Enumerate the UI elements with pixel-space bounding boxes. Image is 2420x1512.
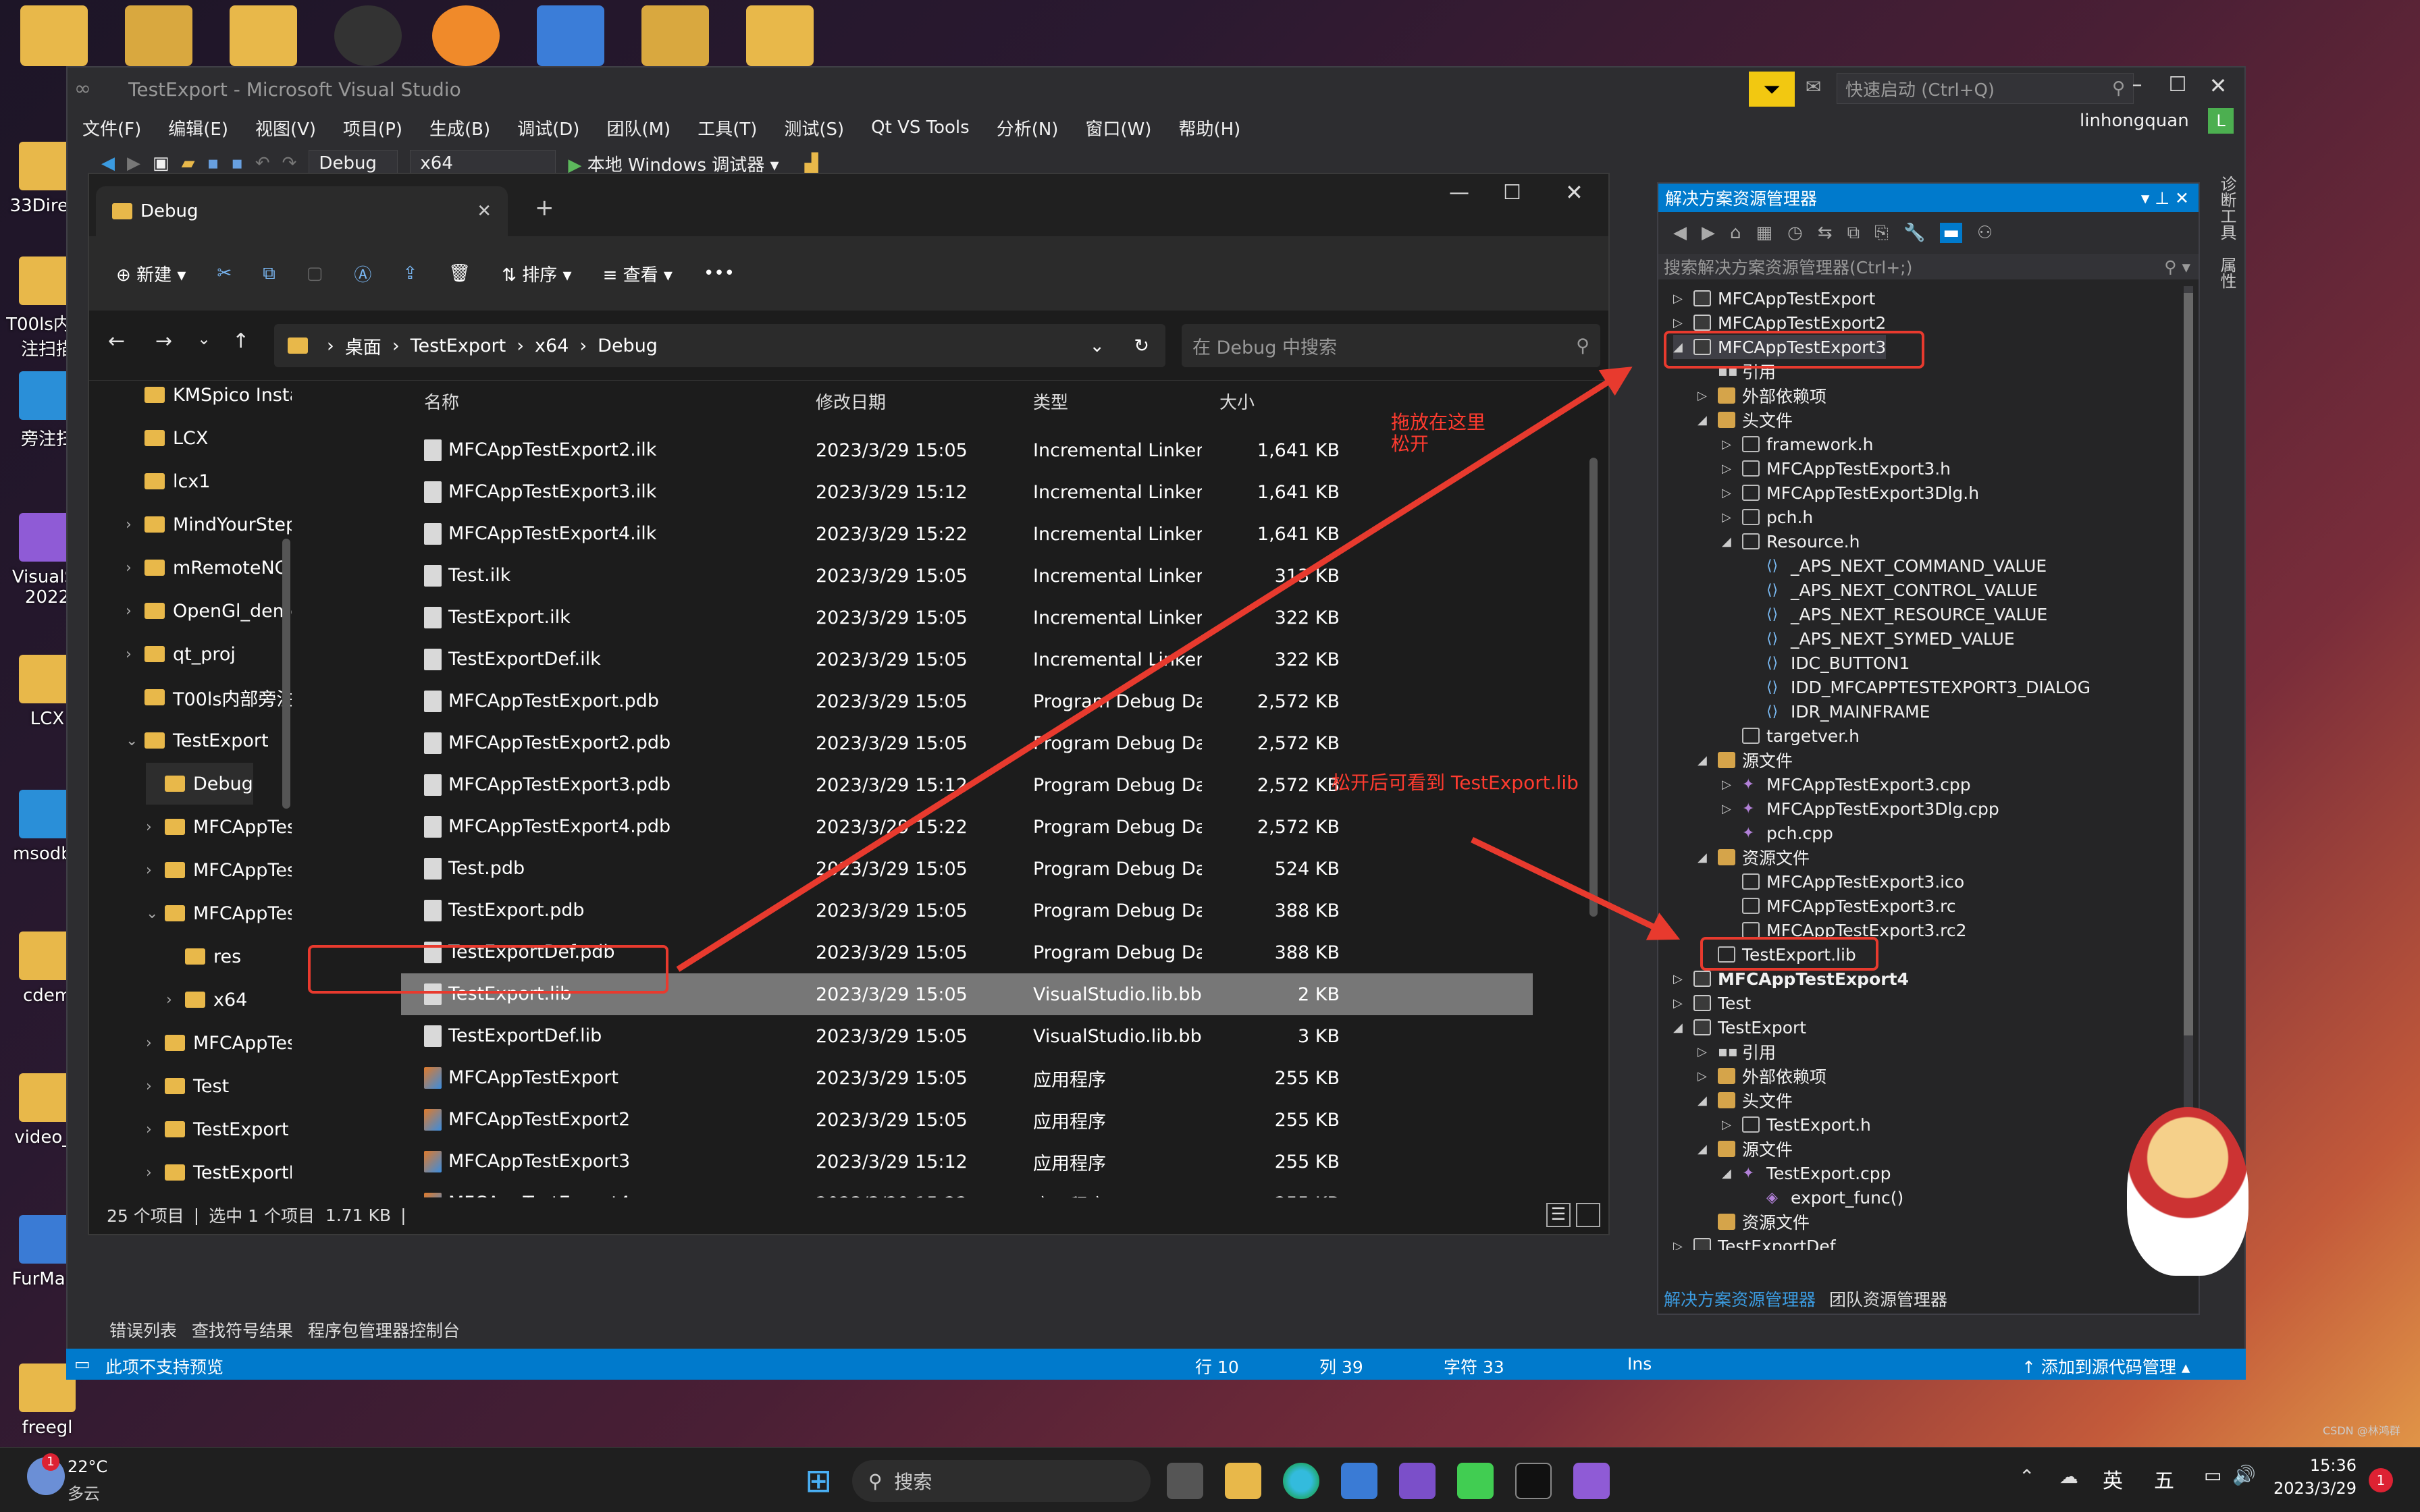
store-icon[interactable]	[1341, 1463, 1377, 1499]
clock-time[interactable]: 15:36	[2282, 1456, 2357, 1475]
volume-icon[interactable]: 🔊	[2232, 1464, 2256, 1486]
network-icon[interactable]: ▭	[2204, 1464, 2221, 1486]
mascot-image	[2127, 1107, 2248, 1276]
start-icon[interactable]: ⊞	[805, 1463, 832, 1499]
edge-icon[interactable]	[1283, 1463, 1319, 1499]
ime-lang[interactable]: 英	[2103, 1464, 2123, 1494]
terminal-icon[interactable]	[1515, 1463, 1552, 1499]
qt-creator-icon[interactable]	[1457, 1463, 1494, 1499]
clock-date[interactable]: 2023/3/29	[2269, 1479, 2357, 1498]
search-icon: ⚲	[868, 1469, 883, 1492]
task-view-icon[interactable]	[1167, 1463, 1203, 1499]
taskbar-search[interactable]: ⚲ 搜索	[852, 1460, 1151, 1502]
cloud-icon[interactable]: ☁	[2059, 1465, 2078, 1488]
file-explorer-icon[interactable]	[1225, 1463, 1261, 1499]
arrows-overlay	[676, 367, 1681, 972]
taskbar-search-label: 搜索	[894, 1471, 932, 1493]
visual-studio-icon[interactable]	[1399, 1463, 1436, 1499]
weather-desc[interactable]: 多云	[68, 1480, 100, 1504]
weather-temp[interactable]: 22°C	[68, 1457, 107, 1476]
csdn-watermark: CSDN @林鸿群	[2323, 1424, 2400, 1437]
visual-studio-2-icon[interactable]	[1573, 1463, 1610, 1499]
drag-arrow	[676, 367, 1633, 972]
result-arrow	[1471, 836, 1681, 940]
ime-mode[interactable]: 五	[2154, 1464, 2174, 1494]
weather-badge: 1	[42, 1453, 59, 1471]
notification-badge[interactable]: 1	[2369, 1468, 2393, 1492]
taskbar: 1 22°C 多云 ⊞ ⚲ 搜索 ⌃ ☁ 英 五 ▭ 🔊 15:36 2023/…	[0, 1447, 2420, 1512]
chevron-up-icon[interactable]: ⌃	[2019, 1465, 2034, 1488]
